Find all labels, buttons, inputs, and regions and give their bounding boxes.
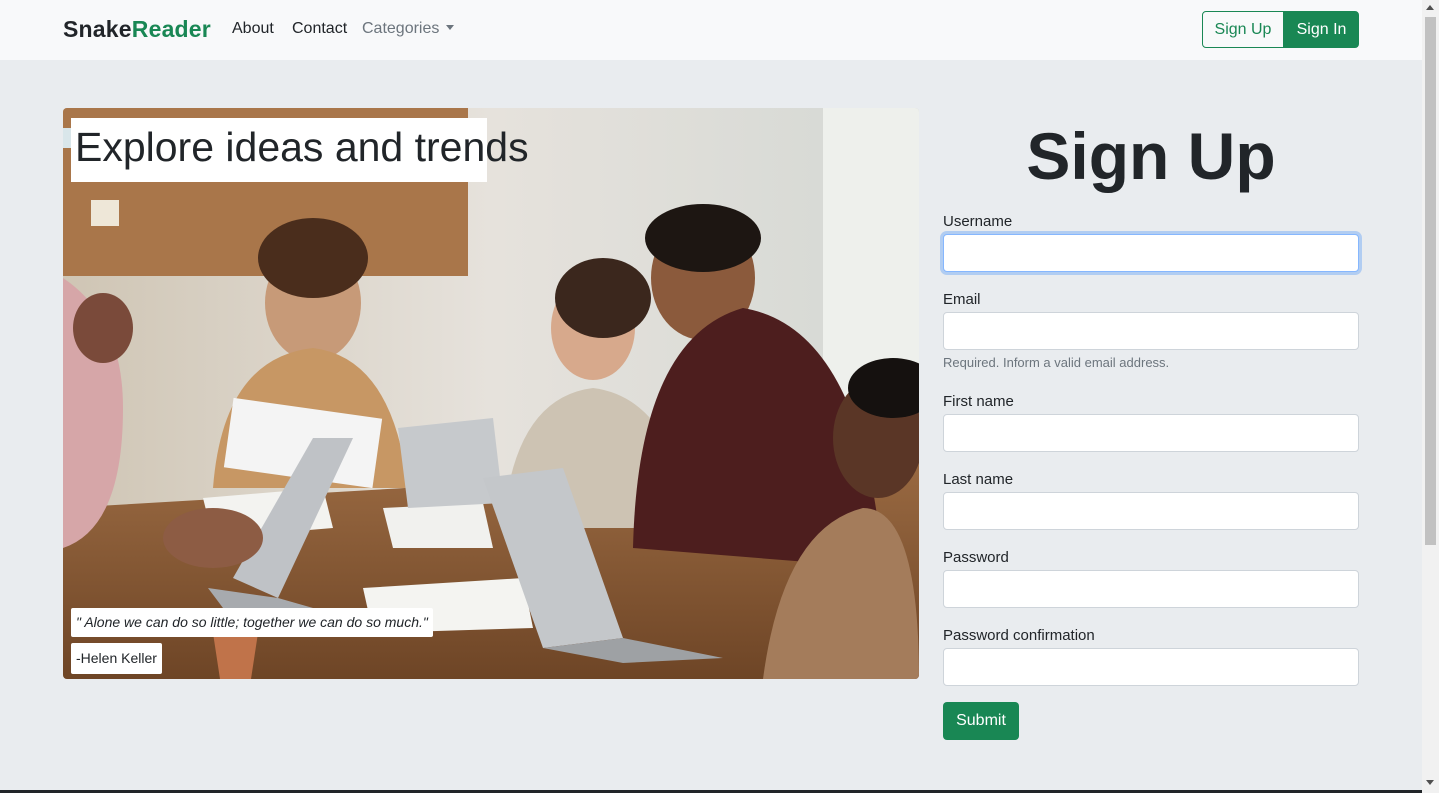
scroll-thumb[interactable] <box>1425 17 1436 545</box>
password-confirmation-label: Password confirmation <box>943 627 1095 644</box>
username-label: Username <box>943 213 1013 230</box>
hero-title: Explore ideas and trends <box>71 118 529 182</box>
signup-nav-button[interactable]: Sign Up <box>1202 11 1284 48</box>
brand-name-part1: Snake <box>63 16 132 42</box>
form-title: Sign Up <box>1026 119 1276 193</box>
nav-link-contact[interactable]: Contact <box>292 20 347 38</box>
team-meeting-photo <box>63 108 919 679</box>
email-help-text: Required. Inform a valid email address. <box>943 355 1170 370</box>
hero-quote-author: -Helen Keller <box>71 643 162 674</box>
submit-button[interactable]: Submit <box>943 702 1019 740</box>
last-name-input[interactable] <box>943 492 1359 530</box>
email-input[interactable] <box>943 312 1359 350</box>
password-confirmation-input[interactable] <box>943 648 1359 686</box>
brand-name-part2: Reader <box>131 16 211 42</box>
password-input[interactable] <box>943 570 1359 608</box>
first-name-input[interactable] <box>943 414 1359 452</box>
first-name-label: First name <box>943 393 1014 410</box>
page-scrollbar[interactable] <box>1422 0 1439 793</box>
scroll-down-arrow-icon[interactable] <box>1426 780 1434 785</box>
hero-quote: " Alone we can do so little; together we… <box>71 608 433 637</box>
last-name-label: Last name <box>943 471 1014 488</box>
username-input[interactable] <box>943 234 1359 272</box>
brand-logo[interactable]: SnakeReader <box>63 16 211 43</box>
scroll-up-arrow-icon[interactable] <box>1426 5 1434 10</box>
nav-dropdown-categories[interactable]: Categories <box>362 20 455 38</box>
nav-dropdown-categories-label: Categories <box>362 20 440 37</box>
nav-link-about[interactable]: About <box>232 20 274 38</box>
email-label: Email <box>943 291 981 308</box>
signin-nav-button[interactable]: Sign In <box>1284 11 1359 48</box>
caret-down-icon <box>446 25 455 30</box>
top-navbar: SnakeReader About Contact Categories Sig… <box>0 0 1422 60</box>
password-label: Password <box>943 549 1009 566</box>
hero-image: Explore ideas and trends " Alone we can … <box>63 108 919 679</box>
